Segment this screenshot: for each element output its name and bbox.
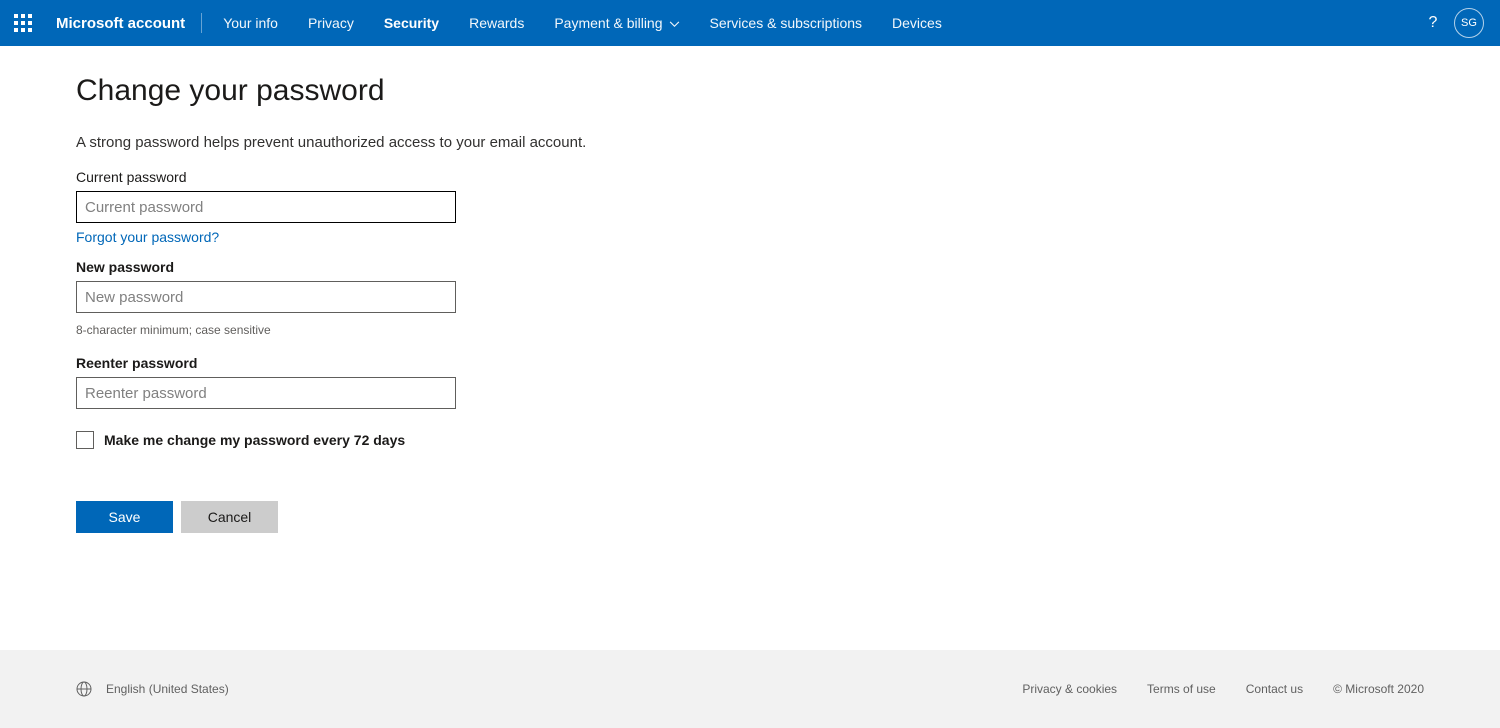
nav-label: Privacy <box>308 15 354 31</box>
app-launcher-button[interactable] <box>0 0 46 46</box>
current-password-input[interactable] <box>76 191 456 223</box>
reenter-password-label: Reenter password <box>76 355 1500 371</box>
nav-devices[interactable]: Devices <box>877 0 957 46</box>
new-password-label: New password <box>76 259 1500 275</box>
reenter-password-input[interactable] <box>76 377 456 409</box>
top-nav: Microsoft account Your info Privacy Secu… <box>0 0 1500 46</box>
reenter-password-block: Reenter password <box>76 355 1500 409</box>
save-button[interactable]: Save <box>76 501 173 533</box>
nav-payment-billing[interactable]: Payment & billing <box>539 0 694 46</box>
current-password-block: Current password Forgot your password? <box>76 169 1500 245</box>
nav-items: Your info Privacy Security Rewards Payme… <box>208 0 957 46</box>
nav-services-subscriptions[interactable]: Services & subscriptions <box>695 0 878 46</box>
new-password-block: New password 8-character minimum; case s… <box>76 259 1500 337</box>
nav-label: Rewards <box>469 15 524 31</box>
help-icon: ? <box>1429 14 1438 32</box>
current-password-label: Current password <box>76 169 1500 185</box>
avatar-initials: SG <box>1461 17 1477 29</box>
help-button[interactable]: ? <box>1416 0 1450 46</box>
nav-privacy[interactable]: Privacy <box>293 0 369 46</box>
main-content: Change your password A strong password h… <box>0 46 1500 650</box>
new-password-hint: 8-character minimum; case sensitive <box>76 323 1500 337</box>
nav-your-info[interactable]: Your info <box>208 0 293 46</box>
nav-label: Devices <box>892 15 942 31</box>
nav-rewards[interactable]: Rewards <box>454 0 539 46</box>
nav-label: Your info <box>223 15 278 31</box>
page-subtitle: A strong password helps prevent unauthor… <box>76 134 1500 151</box>
avatar[interactable]: SG <box>1454 8 1484 38</box>
page-title: Change your password <box>76 74 1500 108</box>
expiry-checkbox[interactable] <box>76 431 94 449</box>
footer: English (United States) Privacy & cookie… <box>0 650 1500 728</box>
chevron-down-icon <box>669 15 680 31</box>
footer-copyright: © Microsoft 2020 <box>1333 682 1424 696</box>
footer-right: Privacy & cookies Terms of use Contact u… <box>1022 682 1424 696</box>
footer-language-link[interactable]: English (United States) <box>106 682 229 696</box>
nav-label: Security <box>384 15 439 31</box>
nav-label: Payment & billing <box>554 15 662 31</box>
footer-link-contact[interactable]: Contact us <box>1246 682 1303 696</box>
footer-link-privacy[interactable]: Privacy & cookies <box>1022 682 1117 696</box>
globe-icon <box>76 681 92 697</box>
footer-link-terms[interactable]: Terms of use <box>1147 682 1216 696</box>
waffle-icon <box>14 14 32 32</box>
new-password-input[interactable] <box>76 281 456 313</box>
forgot-password-link[interactable]: Forgot your password? <box>76 229 219 245</box>
cancel-button[interactable]: Cancel <box>181 501 278 533</box>
nav-label: Services & subscriptions <box>710 15 863 31</box>
button-row: Save Cancel <box>76 501 1500 533</box>
expiry-checkbox-row: Make me change my password every 72 days <box>76 431 1500 449</box>
brand-label[interactable]: Microsoft account <box>46 13 202 33</box>
nav-security[interactable]: Security <box>369 0 454 46</box>
expiry-checkbox-label: Make me change my password every 72 days <box>104 432 405 448</box>
